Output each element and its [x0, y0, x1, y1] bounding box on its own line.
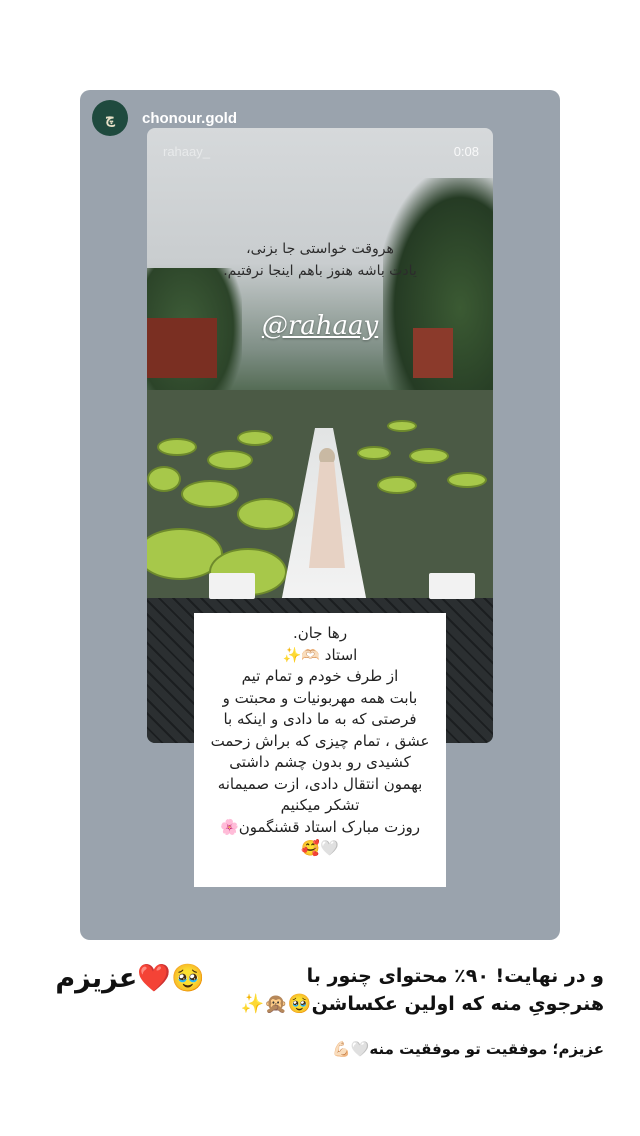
reel-time: 0:08	[453, 144, 479, 159]
note-line: بهمون انتقال دادی، ازت صمیمانه	[217, 774, 423, 793]
note-line: 🤍🥰	[301, 839, 339, 857]
reel-meta: rahaay_ 0:08	[163, 144, 479, 159]
note-line: تشکر میکنیم	[280, 796, 360, 814]
reel-quote: هروقت خواستی جا بزنی، یادت باشه هنوز باه…	[147, 238, 493, 282]
lily-pad	[237, 430, 273, 446]
caption-line: هنرجویِ منه که اولین عکساشن🥹🙊✨	[240, 993, 604, 1015]
caption-bottom: عزیزم؛ موفقیت تو موفقیت منه🤍💪🏻	[332, 1040, 604, 1058]
note-line: کشیدی رو بدون چشم داشتی	[229, 753, 411, 771]
lily-pad	[377, 476, 417, 494]
caption-line: و در نهایت! ۹۰٪ محتوای چنور با	[306, 965, 604, 987]
lily-pad	[409, 448, 449, 464]
warning-sign	[209, 573, 255, 599]
lily-pad	[147, 466, 181, 492]
note-line: فرصتی که به ما دادی و اینکه با	[223, 710, 417, 728]
person	[307, 448, 347, 568]
lily-pad	[181, 480, 239, 508]
lily-pad	[357, 446, 391, 460]
note-line: از طرف خودم و تمام تیم	[241, 667, 399, 685]
note-line: عشق ، تمام چیزی که براش زحمت	[210, 731, 430, 750]
reel-handle: @rahaay	[261, 311, 379, 341]
note-line: بابت همه مهربونیات و محبتت و	[222, 688, 418, 707]
caption-highlight: 🥹❤️عزیزم	[55, 963, 205, 994]
lily-pad	[207, 450, 253, 470]
note-line: استاد 🫶🏻✨	[282, 645, 358, 664]
reel-username: rahaay_	[163, 144, 210, 159]
lily-pad	[447, 472, 487, 488]
note-line: روزت مبارک استاد قشنگمون🌸	[220, 817, 420, 836]
story-username[interactable]: chonour.gold	[142, 110, 237, 127]
note-line: رها جان.	[292, 624, 348, 642]
warning-sign	[429, 573, 475, 599]
lily-pad	[387, 420, 417, 432]
lily-pad	[157, 438, 197, 456]
note-box: رها جان. استاد 🫶🏻✨ از طرف خودم و تمام تی…	[194, 613, 446, 887]
caption-main: و در نهایت! ۹۰٪ محتوای چنور با هنرجویِ م…	[241, 962, 604, 1018]
reel-quote-line: یادت باشه هنوز باهم اینجا نرفتیم.	[223, 263, 417, 279]
reel-quote-line: هروقت خواستی جا بزنی،	[246, 241, 394, 257]
story-card[interactable]: چ chonour.gold rahaay_ 0:08 هروقت خواستی…	[80, 90, 560, 940]
caption: و در نهایت! ۹۰٪ محتوای چنور با هنرجویِ م…	[55, 962, 604, 1058]
lily-pad	[237, 498, 295, 530]
avatar[interactable]: چ	[92, 100, 128, 136]
